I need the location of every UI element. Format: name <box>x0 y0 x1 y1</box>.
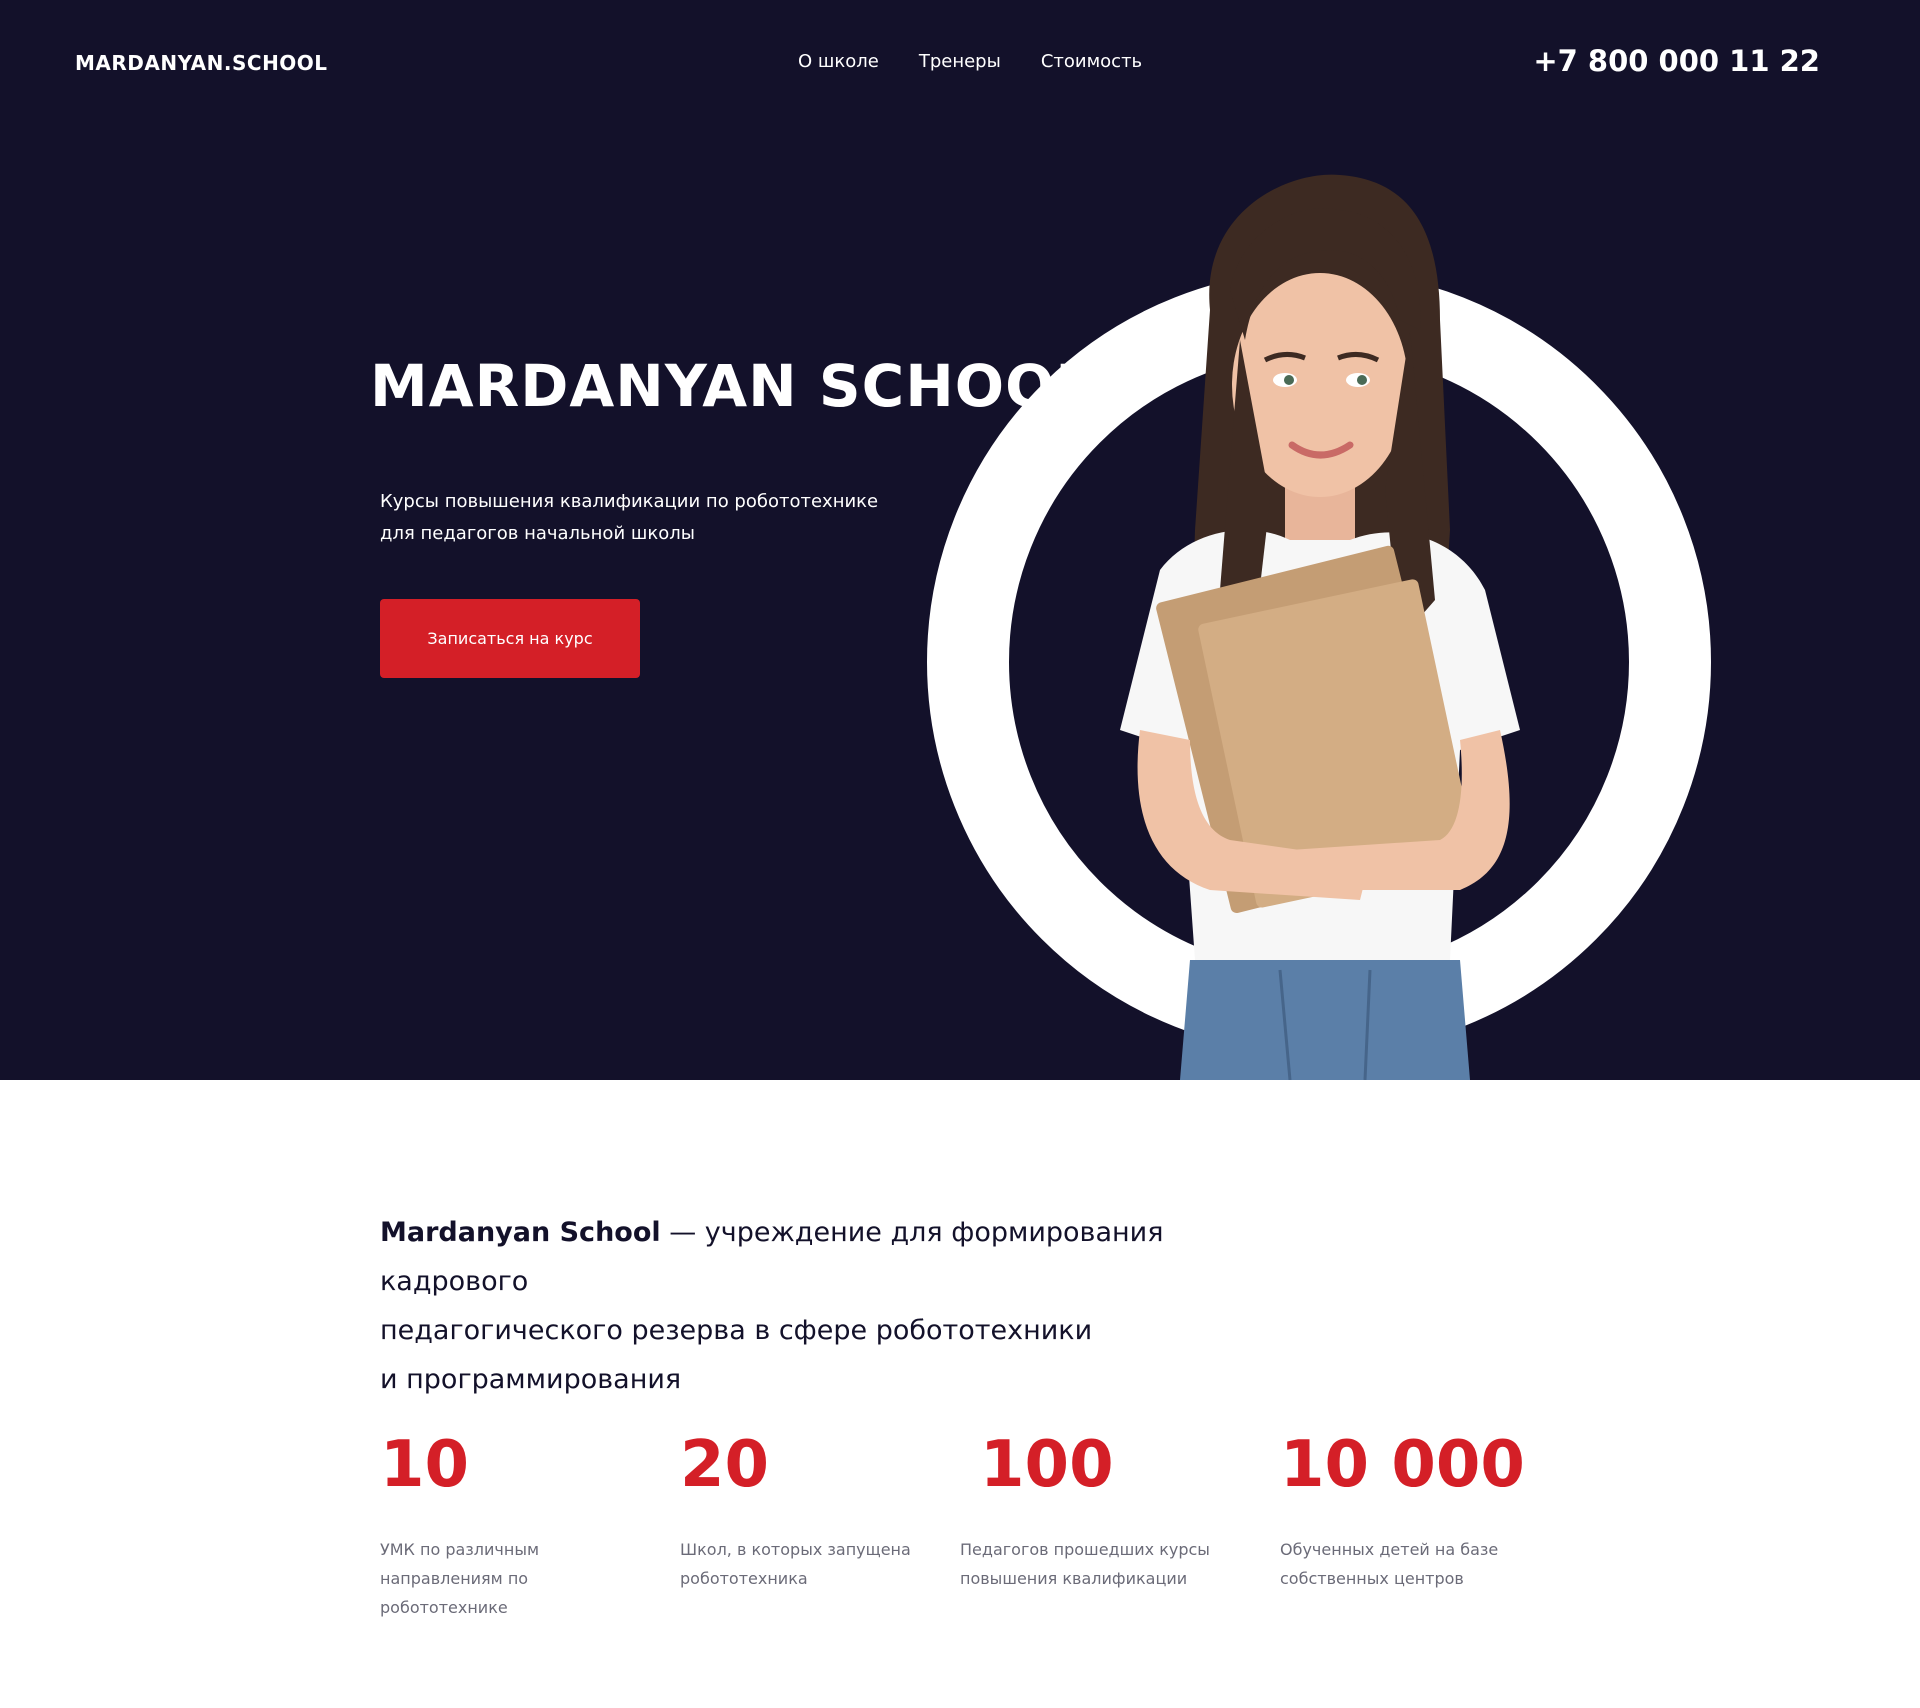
stat-number: 20 <box>680 1428 770 1502</box>
student-photo <box>1120 174 1520 1080</box>
about-brand: Mardanyan School <box>380 1217 661 1248</box>
stat-item: 10 УМК по различным направлениям по робо… <box>380 1425 650 1622</box>
stat-item: 20 Школ, в которых запущена робототехник… <box>680 1425 950 1593</box>
hero-title: MARDANYAN SCHOOL <box>370 352 1094 420</box>
nav-item-pricing[interactable]: Стоимость <box>1041 51 1142 72</box>
stat-label-line: повышения квалификации <box>960 1569 1188 1588</box>
stat-label-line: Обученных детей на базе <box>1280 1540 1499 1559</box>
stat-label-line: Педагогов прошедших курсы <box>960 1540 1210 1559</box>
stat-number: 10 000 <box>1280 1428 1525 1502</box>
stat-number: 10 <box>380 1428 470 1502</box>
stat-label-line: УМК по различным <box>380 1540 540 1559</box>
stat-label: Обученных детей на базе собственных цент… <box>1280 1535 1550 1593</box>
stat-label-line: Школ, в которых запущена <box>680 1540 911 1559</box>
hero-subtitle: Курсы повышения квалификации по робототе… <box>380 486 900 550</box>
stat-label: Педагогов прошедших курсы повышения квал… <box>960 1535 1230 1593</box>
hero-subtitle-line: Курсы повышения квалификации по робототе… <box>380 491 879 512</box>
stat-label: УМК по различным направлениям по роботот… <box>380 1535 650 1622</box>
about-text-line: педагогического резерва в сфере робототе… <box>380 1315 1093 1346</box>
stat-label-line: направлениям по робототехнике <box>380 1569 529 1617</box>
phone-number-link[interactable]: +7 800 000 11 22 <box>1533 44 1820 78</box>
stat-label-line: робототехника <box>680 1569 808 1588</box>
nav-item-about[interactable]: О школе <box>798 51 879 72</box>
stat-number: 100 <box>980 1428 1114 1502</box>
landing-page: MARDANYAN.SCHOOL О школе Тренеры Стоимос… <box>0 0 1920 1708</box>
main-nav: О школе Тренеры Стоимость <box>798 51 1142 72</box>
hero-subtitle-line: для педагогов начальной школы <box>380 523 695 544</box>
stats-section: 10 УМК по различным направлениям по робо… <box>380 1425 1580 1645</box>
enroll-course-button[interactable]: Записаться на курс <box>380 599 640 678</box>
hero-section: MARDANYAN.SCHOOL О школе Тренеры Стоимос… <box>0 0 1920 1080</box>
site-logo[interactable]: MARDANYAN.SCHOOL <box>75 51 328 75</box>
stat-item: 10 000 Обученных детей на базе собственн… <box>1280 1425 1550 1593</box>
about-text-line: и программирования <box>380 1364 682 1395</box>
about-section: Mardanyan School — учреждение для формир… <box>380 1208 1280 1404</box>
stat-label-line: собственных центров <box>1280 1569 1464 1588</box>
about-text-line: Mardanyan School — учреждение для формир… <box>380 1208 1280 1306</box>
stat-item: 100 Педагогов прошедших курсы повышения … <box>960 1425 1230 1593</box>
nav-item-trainers[interactable]: Тренеры <box>919 51 1001 72</box>
stat-label: Школ, в которых запущена робототехника <box>680 1535 950 1593</box>
